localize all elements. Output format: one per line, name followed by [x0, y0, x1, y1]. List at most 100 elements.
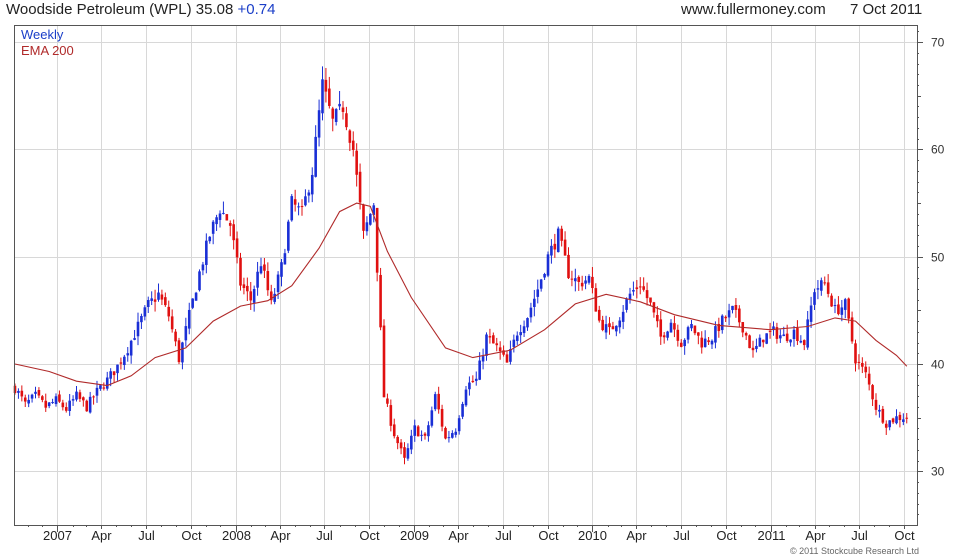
candle-body	[287, 221, 290, 251]
candle-body	[215, 217, 218, 225]
candle-body	[194, 292, 198, 301]
candle-body	[659, 319, 663, 337]
candle-body	[888, 420, 891, 428]
candle-body	[37, 390, 41, 396]
candle-body	[645, 290, 649, 299]
candle-body	[109, 371, 112, 379]
candle-body	[755, 345, 758, 349]
candle-body	[256, 271, 259, 288]
candle-body	[276, 274, 280, 293]
candle-body	[758, 337, 762, 347]
candle-body	[895, 416, 898, 424]
x-tick-label: 2009	[400, 528, 429, 543]
candle-body	[584, 280, 587, 284]
candle-body	[68, 400, 71, 411]
y-tick-label: 70	[931, 36, 945, 50]
candle-body	[666, 331, 669, 338]
candle-body	[683, 339, 686, 347]
candle-body	[854, 343, 857, 364]
candle-body	[78, 392, 82, 399]
candle-body	[714, 326, 717, 343]
candle-body	[317, 110, 321, 138]
candle-body	[208, 236, 212, 242]
chart-grid	[15, 26, 917, 525]
candle-body	[553, 243, 557, 250]
candle-body	[587, 275, 591, 283]
candle-body	[608, 323, 611, 328]
candle-body	[574, 278, 577, 282]
candle-body	[505, 354, 509, 363]
candle-body	[30, 394, 34, 399]
candle-body	[235, 238, 239, 258]
candle-body	[481, 356, 485, 362]
candle-body	[679, 342, 683, 347]
candle-body	[119, 362, 123, 364]
candle-body	[451, 433, 454, 438]
candle-body	[386, 398, 389, 404]
ema-200-line	[14, 202, 908, 387]
candle-body	[611, 326, 615, 330]
candle-body	[802, 340, 806, 346]
candle-body	[560, 228, 563, 241]
candle-body	[478, 360, 481, 380]
candle-body	[761, 339, 765, 343]
candle-body	[266, 271, 270, 291]
candle-body	[369, 213, 372, 225]
candle-body	[669, 322, 673, 333]
candle-body	[509, 349, 512, 362]
candle-body	[898, 414, 902, 421]
candle-body	[246, 285, 249, 292]
candle-body	[283, 253, 287, 265]
candle-body	[423, 433, 427, 436]
candle-body	[707, 340, 710, 343]
x-tick-label: 2011	[758, 528, 786, 543]
candle-body	[789, 339, 792, 343]
candle-body	[512, 339, 516, 347]
candle-body	[785, 333, 789, 341]
candle-body	[136, 321, 140, 337]
candle-body	[437, 393, 440, 410]
y-tick-label: 50	[931, 251, 945, 265]
candle-body	[546, 254, 550, 276]
candle-body	[543, 273, 546, 278]
candle-body	[700, 337, 704, 348]
candle-body	[519, 332, 522, 336]
candle-body	[249, 291, 253, 301]
candle-body	[857, 361, 861, 363]
candle-body	[307, 192, 311, 196]
candle-body	[625, 299, 628, 310]
candle-body	[642, 286, 645, 290]
candle-body	[861, 362, 864, 367]
candle-body	[365, 222, 369, 232]
candle-body	[23, 397, 27, 402]
candle-body	[440, 408, 444, 427]
candle-body	[88, 396, 92, 413]
candle-body	[102, 387, 106, 389]
x-tick-label: Apr	[91, 528, 112, 543]
stock-chart: 3040506070 2007 Apr Jul Oct 2008 Apr Jul Oct 200…	[13, 25, 945, 543]
candle-body	[878, 409, 881, 412]
candle-body	[61, 402, 65, 408]
candle-body	[324, 79, 328, 92]
candle-body	[447, 437, 451, 439]
candle-body	[389, 405, 393, 426]
candle-body	[867, 373, 871, 385]
candle-body	[259, 266, 263, 274]
candle-body	[577, 276, 581, 282]
candle-body	[58, 394, 61, 402]
candle-body	[843, 299, 847, 310]
candle-body	[816, 288, 820, 290]
candle-body	[146, 300, 150, 307]
candle-body	[485, 334, 488, 356]
candle-body	[379, 274, 382, 328]
candle-body	[734, 305, 738, 310]
candle-body	[184, 326, 188, 341]
candle-body	[341, 107, 345, 112]
candle-body	[239, 257, 242, 286]
candle-body	[82, 397, 85, 401]
candle-body	[738, 308, 741, 323]
candle-body	[314, 136, 317, 177]
candle-body	[351, 140, 355, 150]
candle-body	[252, 289, 256, 303]
candle-body	[468, 382, 471, 390]
